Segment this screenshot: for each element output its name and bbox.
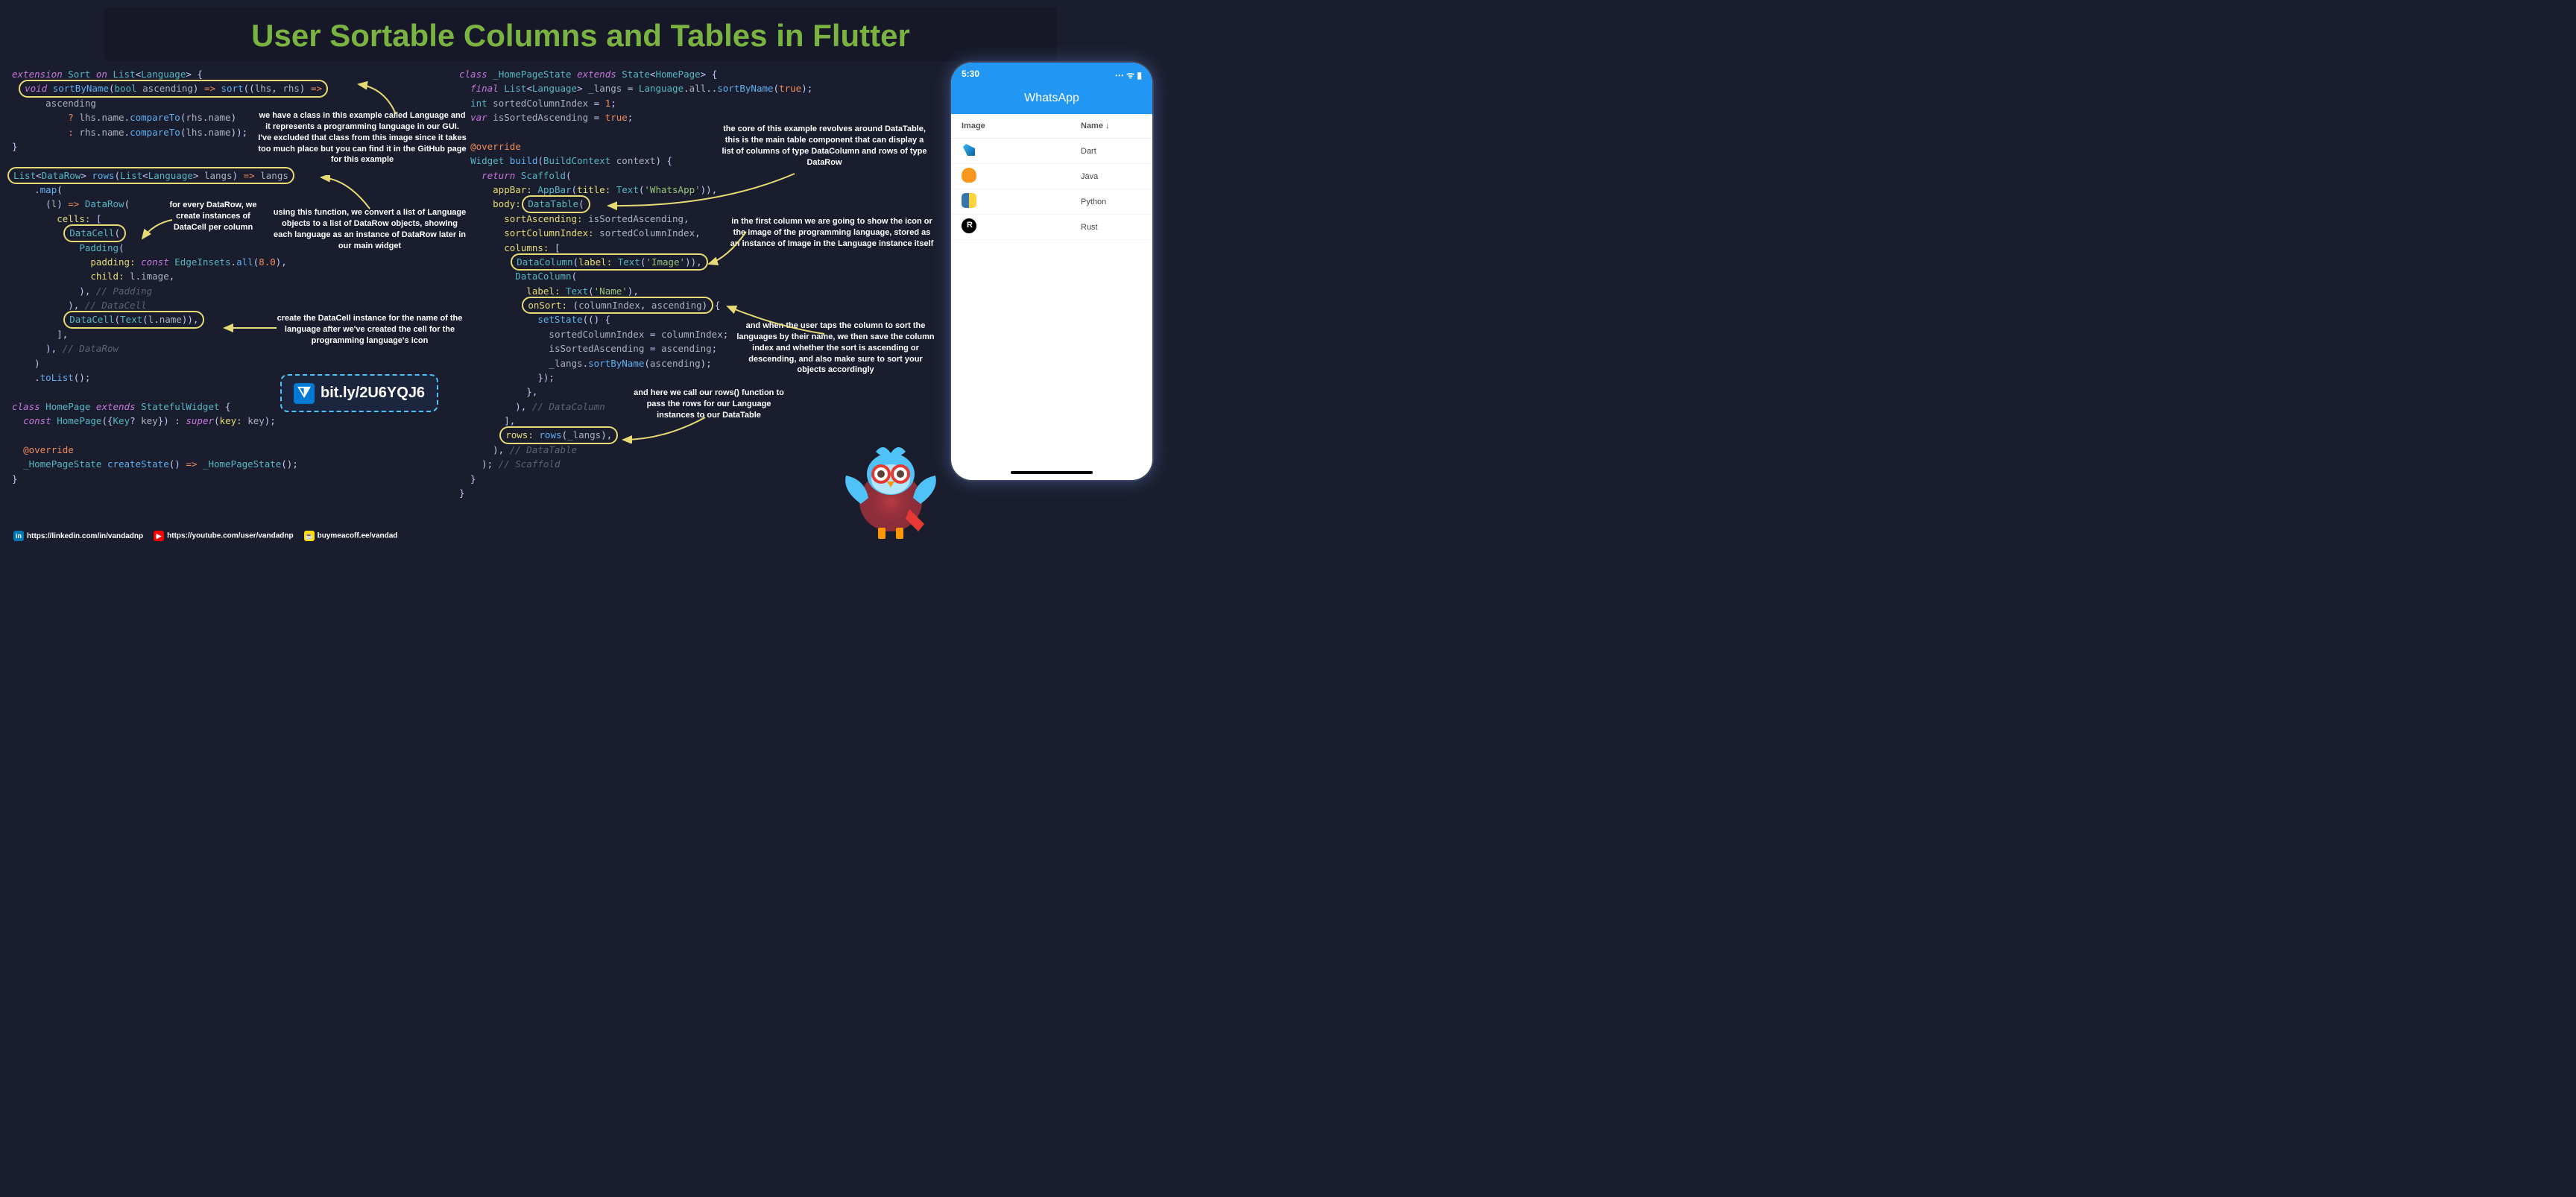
dash-mascot-icon (835, 438, 947, 543)
phone-home-indicator (1011, 471, 1093, 474)
header-name[interactable]: Name ↓ (1081, 121, 1142, 130)
annotation-datacell: for every DataRow, we create instances o… (161, 200, 265, 233)
table-row: Python (951, 189, 1152, 215)
java-icon (962, 168, 976, 183)
linkedin-icon: in (13, 531, 24, 541)
social-links: inhttps://linkedin.com/in/vandadnp ▶http… (13, 531, 397, 541)
annotation-rows-fn: using this function, we convert a list o… (273, 207, 467, 251)
bitly-badge[interactable]: ⧩ bit.ly/2U6YQJ6 (280, 374, 438, 412)
youtube-link[interactable]: ▶https://youtube.com/user/vandadnp (154, 531, 293, 541)
bitly-text: bit.ly/2U6YQJ6 (321, 382, 425, 405)
linkedin-link[interactable]: inhttps://linkedin.com/in/vandadnp (13, 531, 143, 541)
vscode-icon: ⧩ (294, 383, 315, 404)
table-row: Java (951, 164, 1152, 189)
code-block-left: extension Sort on List<Language> { void … (12, 67, 444, 500)
code-block-right: class _HomePageState extends State<HomeP… (459, 67, 936, 500)
statusbar-icons: ⋯ ᯤ ▮ (1115, 69, 1142, 81)
annotation-image-col: in the first column we are going to show… (727, 216, 936, 250)
row-name: Rust (1081, 223, 1142, 232)
page-title: User Sortable Columns and Tables in Flut… (104, 7, 1057, 61)
table-header: Image Name ↓ (951, 114, 1152, 139)
table-row: Rust (951, 215, 1152, 240)
header-image[interactable]: Image (962, 121, 1081, 130)
phone-mockup: 5:30 ⋯ ᯤ ▮ WhatsApp Image Name ↓ Dart Ja… (951, 63, 1152, 480)
rust-icon (962, 218, 976, 233)
row-name: Python (1081, 198, 1142, 206)
phone-statusbar: 5:30 ⋯ ᯤ ▮ (951, 63, 1152, 84)
annotation-datatable: the core of this example revolves around… (720, 124, 929, 168)
phone-appbar-title: WhatsApp (951, 84, 1152, 114)
row-name: Dart (1081, 147, 1142, 156)
dart-icon (962, 142, 976, 157)
youtube-icon: ▶ (154, 531, 164, 541)
buymeacoffee-link[interactable]: ☕buymeacoff.ee/vandad (304, 531, 398, 541)
row-name: Java (1081, 172, 1142, 181)
table-row: Dart (951, 139, 1152, 164)
annotation-name-cell: create the DataCell instance for the nam… (273, 313, 467, 347)
coffee-icon: ☕ (304, 531, 315, 541)
annotation-language-class: we have a class in this example called L… (258, 110, 467, 165)
python-icon (962, 193, 976, 208)
statusbar-time: 5:30 (962, 69, 979, 81)
